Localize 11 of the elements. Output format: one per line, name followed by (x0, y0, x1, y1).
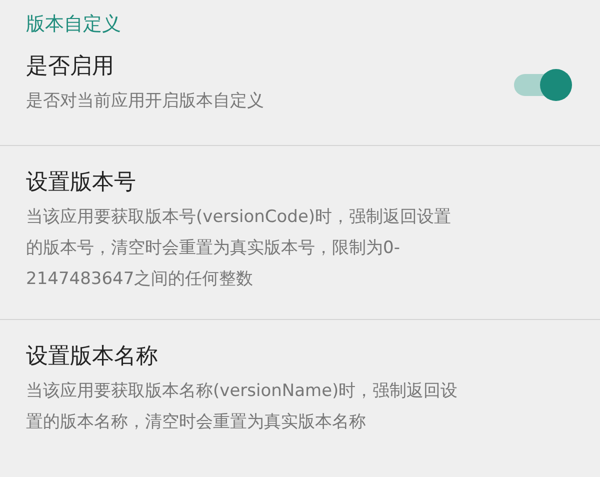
settings-item[interactable]: 是否启用 是否对当前应用开启版本自定义 (0, 52, 600, 145)
item-title: 设置版本名称 (26, 343, 159, 371)
section-title: 版本自定义 (25, 12, 122, 37)
item-title: 是否启用 (26, 53, 115, 81)
item-summary: 当该应用要获取版本号(versionCode)时，强制返回设置的版本号，清空时会重置为真实版本号，限制为0-2147483647之间的任何整数 (26, 206, 452, 291)
settings-item[interactable]: 设置版本号 当该应用要获取版本号(versionCode)时，强制返回设置的版本号，清空时会重置为真实版本号，限制为0-2147483647之间的任何整数 (0, 145, 600, 319)
toggle-switch[interactable] (512, 68, 572, 102)
settings-item[interactable]: 设置版本名称 当该应用要获取版本名称(versionName)时，强制返回设置的版本名称，清空时会重置为真实版本名称 (0, 319, 600, 462)
item-summary: 是否对当前应用开启版本自定义 (26, 90, 265, 113)
item-summary: 当该应用要获取版本名称(versionName)时，强制返回设置的版本名称，清空时会重置为真实版本名称 (26, 380, 459, 434)
item-title: 设置版本号 (26, 169, 137, 197)
